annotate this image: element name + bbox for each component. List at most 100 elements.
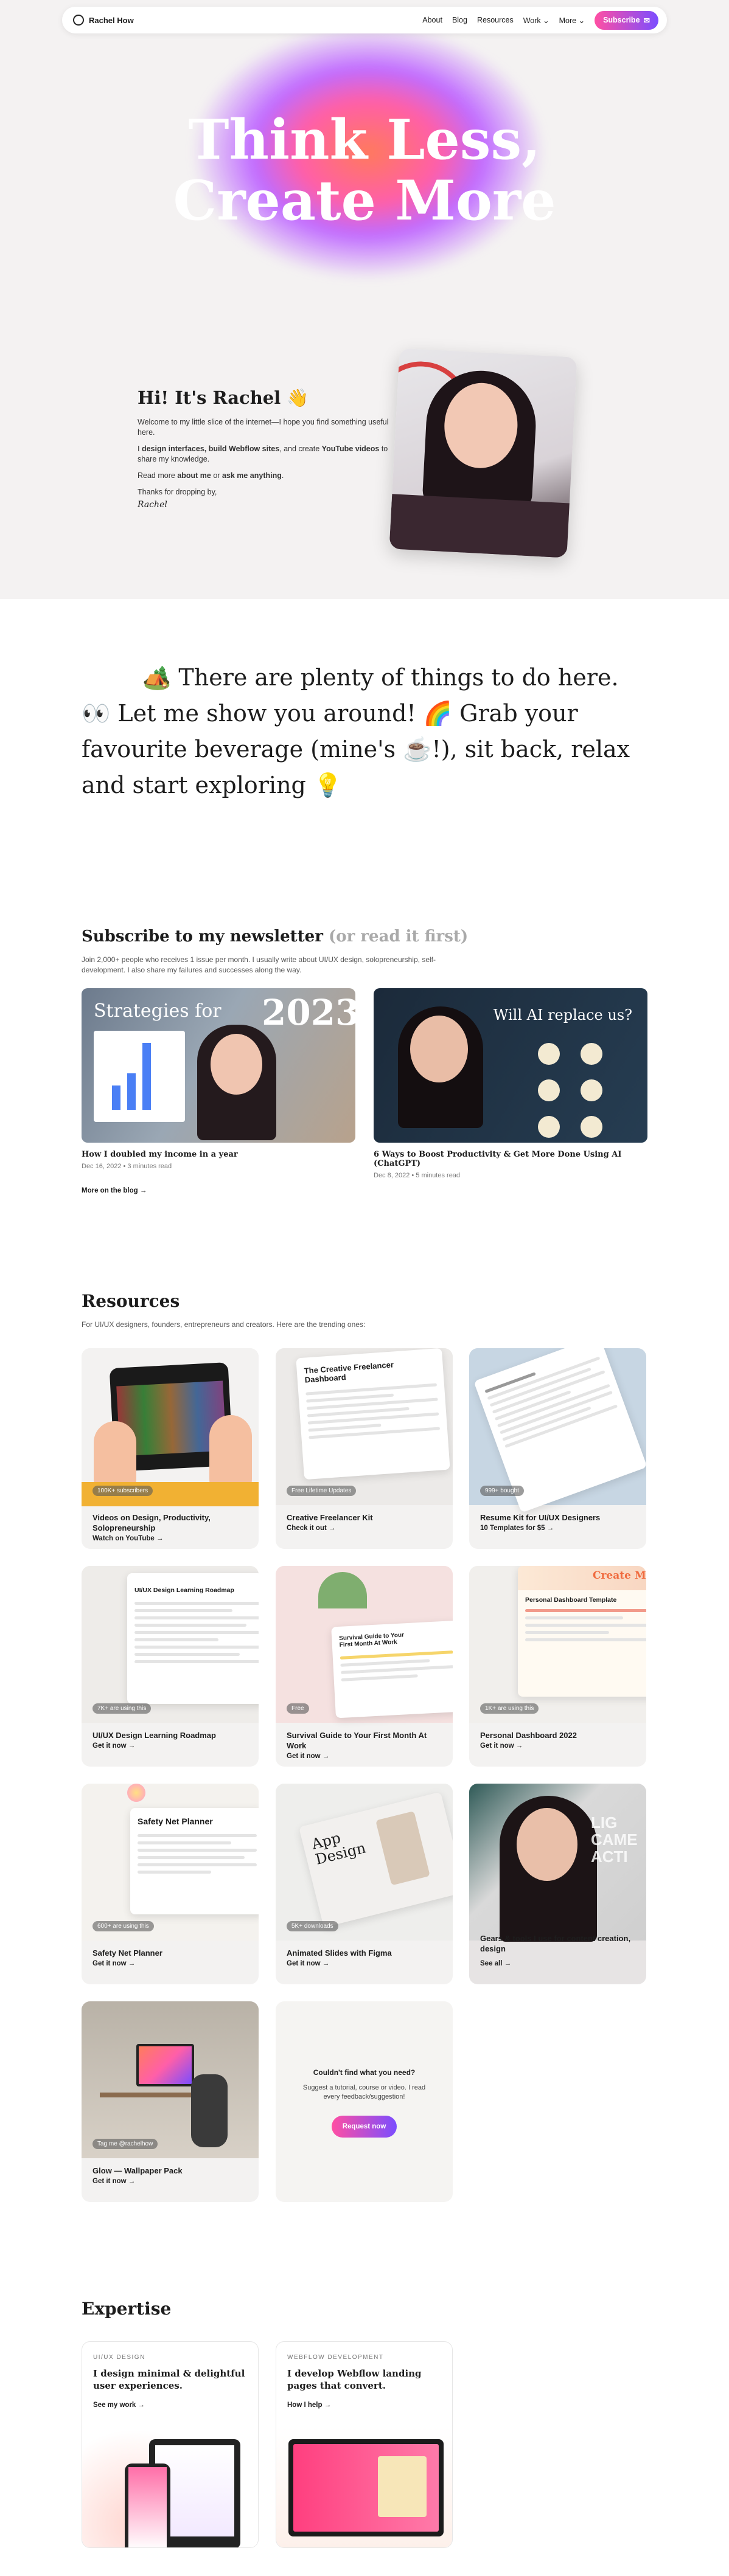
card-artwork: Survival Guide to Your First Month At Wo… [276, 1566, 453, 1723]
card-artwork: Create Mo Personal Dashboard Template [469, 1566, 646, 1723]
post-thumbnail: Strategies for 2023 [82, 988, 355, 1143]
resource-card-gears[interactable]: LIG CAME ACTI Gears & tools I use for cont… [469, 1784, 646, 1984]
card-tag: Free Lifetime Updates [287, 1486, 357, 1496]
card-artwork: LIG CAME ACTI [469, 1784, 646, 1942]
card-artwork [82, 2001, 259, 2158]
card-title: Safety Net Planner [92, 1948, 162, 1958]
expertise-kicker: WEBFLOW DEVELOPMENT [287, 2354, 384, 2361]
resource-card-personal-dashboard[interactable]: Create Mo Personal Dashboard Template 1K… [469, 1566, 646, 1767]
brand-logo[interactable]: Rachel How [73, 15, 134, 26]
card-title: Gears & tools I use for content creation… [480, 1934, 631, 1953]
post-meta: Dec 16, 2022 • 3 minutes read [82, 1163, 172, 1170]
request-card: Couldn't find what you need? Suggest a t… [276, 2001, 453, 2202]
resource-card-freelancer-kit[interactable]: The Creative Freelancer Dashboard Free L… [276, 1348, 453, 1549]
card-title: Personal Dashboard 2022 [480, 1731, 577, 1740]
top-navbar: Rachel How About Blog Resources Work ⌄ M… [62, 7, 667, 33]
resource-card-glow-wallpaper[interactable]: Tag me @rachelhow Glow — Wallpaper Pack … [82, 2001, 259, 2202]
nav-link-about[interactable]: About [422, 16, 442, 24]
card-tag: 100K+ subscribers [92, 1486, 153, 1496]
card-artwork [82, 1348, 259, 1506]
hero-title: Think Less, Create More [173, 108, 556, 233]
card-title: Resume Kit for UI/UX Designers [480, 1513, 601, 1522]
post-meta: Dec 8, 2022 • 5 minutes read [374, 1172, 461, 1179]
expertise-kicker: UI/UX DESIGN [93, 2354, 145, 2361]
hero-section: Think Less, Create More Hi! It's Rachel 👋… [0, 0, 729, 599]
card-artwork: Safety Net Planner [82, 1784, 259, 1941]
card-cta-link[interactable]: Get it now → [480, 1742, 523, 1750]
chevron-down-icon: ⌄ [578, 16, 585, 25]
intro-text-welcome: Welcome to my little slice of the intern… [138, 418, 389, 437]
blog-post-card[interactable]: Will AI replace us? 6 Ways to Boost Prod… [374, 988, 647, 1179]
intro-text-links: Read more about me or ask me anything. [138, 471, 284, 480]
nav-link-resources[interactable]: Resources [477, 16, 514, 24]
card-cta-link[interactable]: Check it out → [287, 1525, 336, 1532]
mail-icon: ✉ [643, 16, 650, 25]
chevron-down-icon: ⌄ [543, 16, 549, 25]
post-title[interactable]: 6 Ways to Boost Productivity & Get More … [374, 1150, 647, 1168]
card-cta-link[interactable]: Get it now → [92, 2178, 135, 2185]
card-tag: 5K+ downloads [287, 1921, 338, 1931]
card-title: Creative Freelancer Kit [287, 1513, 373, 1522]
card-title: UI/UX Design Learning Roadmap [92, 1731, 216, 1740]
card-title: Animated Slides with Figma [287, 1948, 392, 1958]
resource-card-youtube[interactable]: 100K+ subscribers Videos on Design, Prod… [82, 1348, 259, 1549]
expertise-card-uiux[interactable]: UI/UX DESIGN I design minimal & delightf… [82, 2341, 259, 2548]
card-cta-link[interactable]: See all → [480, 1960, 511, 1967]
newsletter-heading: Subscribe to my newsletter (or read it f… [82, 927, 469, 946]
card-title: Glow — Wallpaper Pack [92, 2166, 183, 2175]
nav-link-work[interactable]: Work ⌄ [523, 16, 549, 25]
nav-link-blog[interactable]: Blog [452, 16, 467, 24]
resource-card-animated-slides[interactable]: App Design 5K+ downloads Animated Slides… [276, 1784, 453, 1984]
request-text: Suggest a tutorial, course or video. I r… [302, 2084, 426, 2100]
brand-name: Rachel How [89, 15, 134, 25]
post-thumbnail: Will AI replace us? [374, 988, 647, 1143]
card-title: Survival Guide to Your First Month At Wo… [287, 1731, 427, 1750]
card-tag: 7K+ are using this [92, 1703, 152, 1714]
welcome-text: 🏕️ There are plenty of things to do here… [82, 664, 630, 798]
more-on-blog-link[interactable]: More on the blog → [82, 1187, 147, 1194]
blog-post-card[interactable]: Strategies for 2023 How I doubled my inc… [82, 988, 355, 1170]
card-cta-link[interactable]: Watch on YouTube → [92, 1535, 163, 1542]
about-me-link[interactable]: about me [177, 471, 211, 480]
subscribe-button[interactable]: Subscribe ✉ [595, 10, 658, 30]
card-tag: 1K+ are using this [480, 1703, 539, 1714]
request-now-button[interactable]: Request now [332, 2116, 397, 2138]
expertise-link[interactable]: How I help → [287, 2401, 331, 2409]
resource-card-resume-kit[interactable]: 999+ bought Resume Kit for UI/UX Designe… [469, 1348, 646, 1549]
post-title[interactable]: How I doubled my income in a year [82, 1150, 355, 1159]
resources-heading: Resources [82, 1291, 180, 1311]
intro-text-thanks: Thanks for dropping by, [138, 488, 217, 496]
signature: Rachel [138, 500, 167, 510]
profile-photo [389, 348, 577, 558]
card-artwork: The Creative Freelancer Dashboard [276, 1348, 453, 1505]
card-tag: 999+ bought [480, 1486, 524, 1496]
intro-text-work: I design interfaces, build Webflow sites… [138, 445, 388, 463]
resources-description: For UI/UX designers, founders, entrepren… [82, 1320, 366, 1329]
nav-link-more[interactable]: More ⌄ [559, 16, 585, 25]
card-cta-link[interactable]: Get it now → [92, 1742, 135, 1750]
card-tag: Tag me @rachelhow [92, 2139, 158, 2149]
card-cta-link[interactable]: Get it now → [287, 1960, 329, 1967]
expertise-heading: Expertise [82, 2299, 172, 2319]
card-cta-link[interactable]: Get it now → [287, 1753, 329, 1760]
request-title: Couldn't find what you need? [313, 2068, 416, 2077]
newsletter-description: Join 2,000+ people who receives 1 issue … [82, 955, 436, 974]
card-artwork: UI/UX Design Learning Roadmap [82, 1566, 259, 1723]
logo-icon [73, 15, 84, 26]
resource-card-safety-net[interactable]: Safety Net Planner 600+ are using this S… [82, 1784, 259, 1984]
card-artwork: App Design [276, 1784, 453, 1941]
card-tag: Free [287, 1703, 309, 1714]
card-title: Videos on Design, Productivity, Solopren… [92, 1513, 211, 1532]
ask-me-link[interactable]: ask me anything [222, 471, 282, 480]
expertise-title: I design minimal & delightful user exper… [93, 2368, 245, 2391]
card-tag: 600+ are using this [92, 1921, 154, 1931]
resource-card-survival-guide[interactable]: Survival Guide to Your First Month At Wo… [276, 1566, 453, 1767]
card-artwork [469, 1348, 646, 1513]
intro-block: Hi! It's Rachel 👋 Welcome to my little s… [138, 387, 393, 510]
resource-card-roadmap[interactable]: UI/UX Design Learning Roadmap 7K+ are us… [82, 1566, 259, 1767]
expertise-link[interactable]: See my work → [93, 2401, 145, 2409]
expertise-card-webflow[interactable]: WEBFLOW DEVELOPMENT I develop Webflow la… [276, 2341, 453, 2548]
card-cta-link[interactable]: Get it now → [92, 1960, 135, 1967]
card-cta-link[interactable]: 10 Templates for $5 → [480, 1525, 554, 1532]
intro-heading: Hi! It's Rachel 👋 [138, 387, 309, 408]
